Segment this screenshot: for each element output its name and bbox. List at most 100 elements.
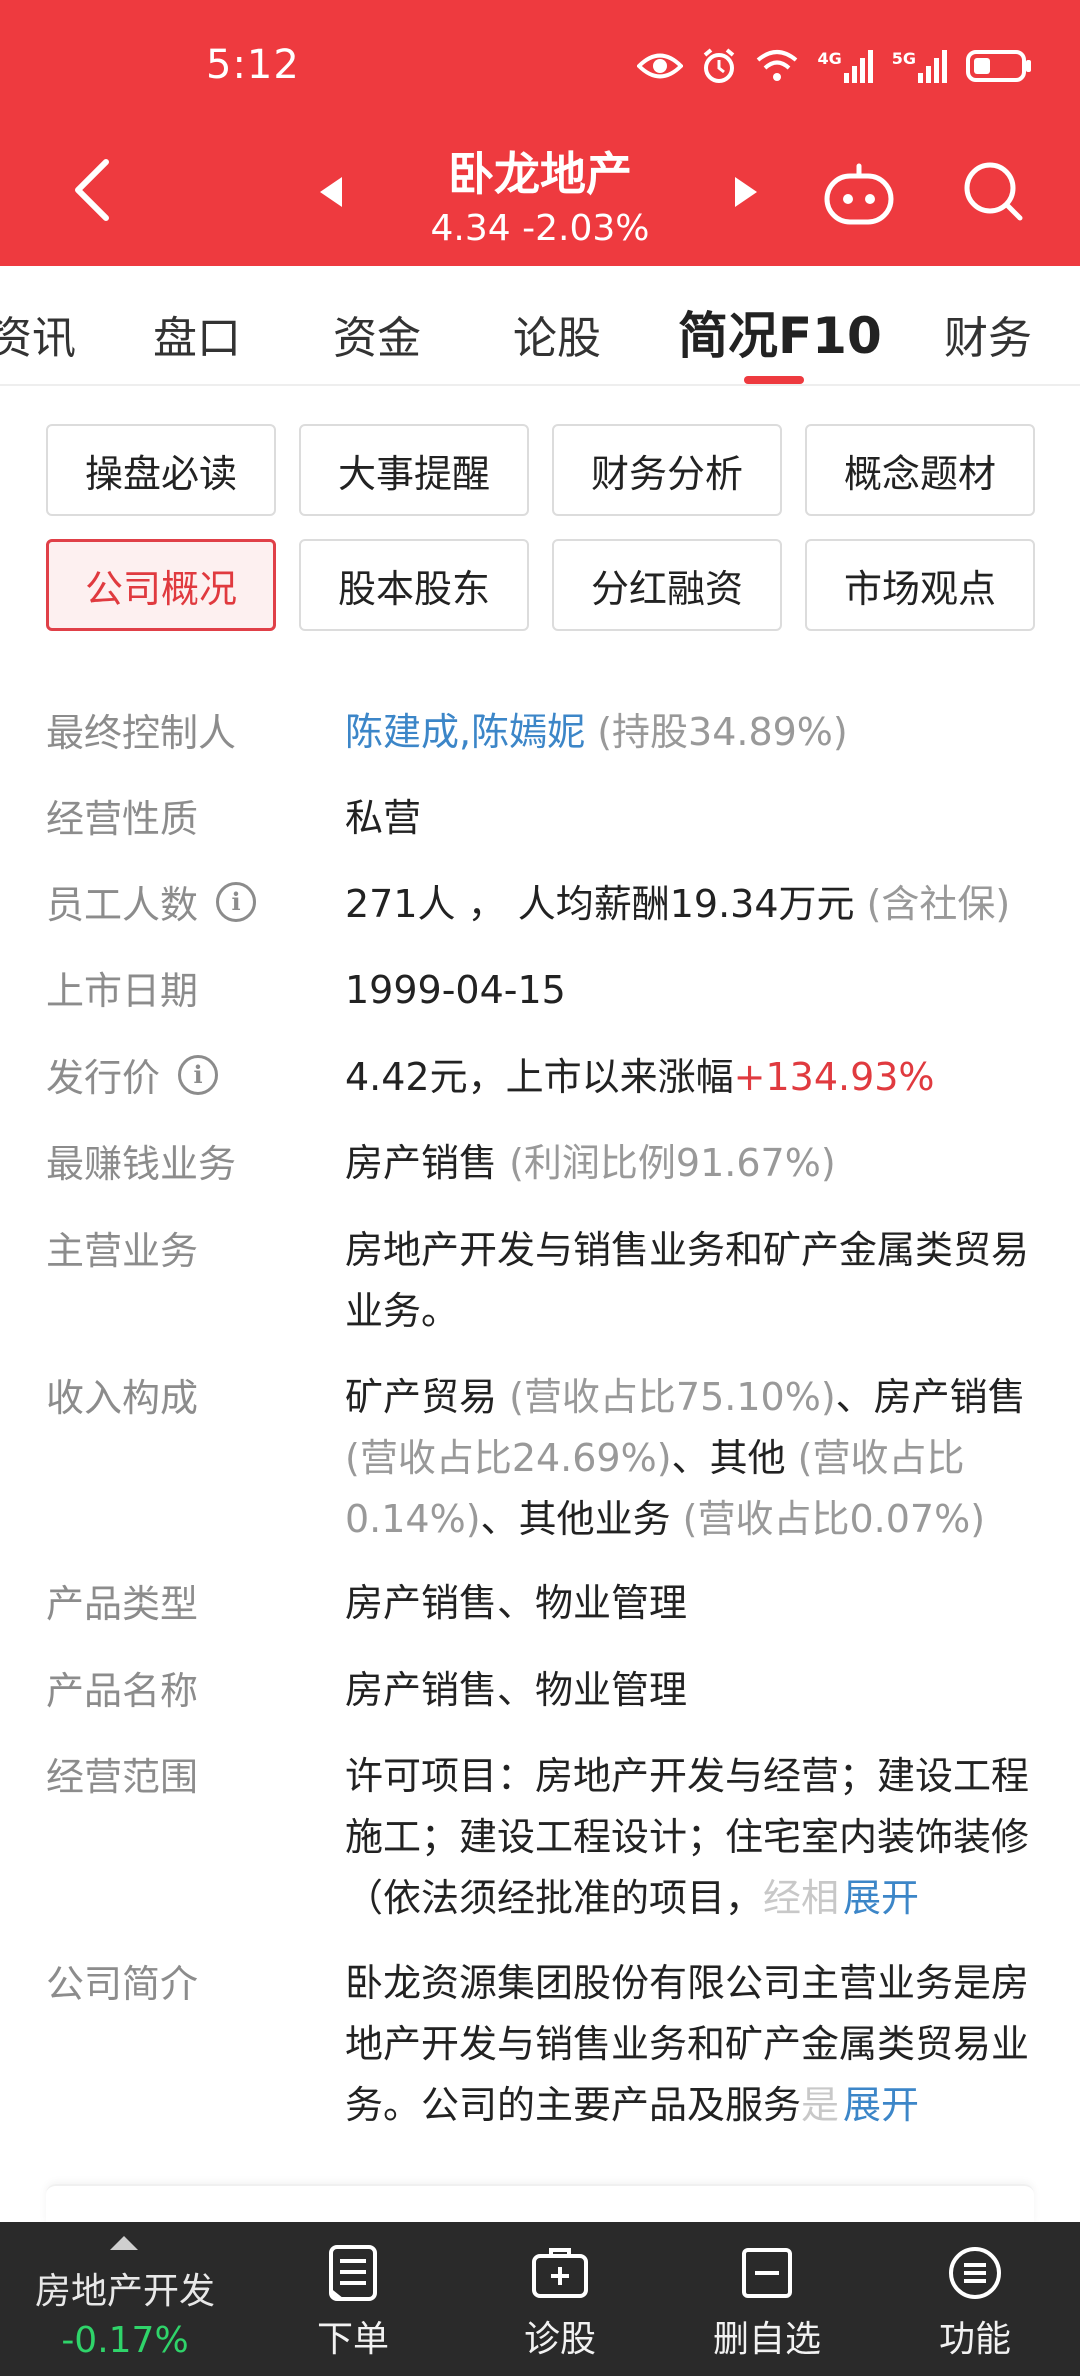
- sector-change: -0.17%: [61, 2320, 189, 2361]
- stock-price: 4.34: [430, 208, 511, 249]
- wifi-icon: [757, 50, 798, 81]
- scope-expand-link[interactable]: 展开: [839, 1876, 920, 1920]
- bottom-bar: 房地产开发 -0.17% 下单 诊股 删自选 功能: [0, 2222, 1080, 2376]
- label-main-business: 主营业务: [46, 1229, 199, 1273]
- search-icon: [964, 162, 1023, 221]
- label-product-type: 产品类型: [46, 1582, 199, 1626]
- signal-4g-label: 4G: [817, 49, 842, 68]
- revenue-item-share: (营收占比0.07%): [682, 1497, 986, 1541]
- diagnose-button[interactable]: 诊股: [485, 2240, 635, 2362]
- tab-finance[interactable]: 财务: [944, 302, 1032, 366]
- eye-icon: [637, 53, 684, 79]
- back-button[interactable]: [70, 150, 120, 230]
- value-issue-price: 4.42元，上市以来涨幅+134.93%: [345, 1047, 1035, 1108]
- label-revenue: 收入构成: [46, 1376, 199, 1420]
- revenue-separator: 、: [480, 1497, 519, 1541]
- label-top-business: 最赚钱业务: [46, 1142, 237, 1186]
- robot-icon: [824, 163, 894, 225]
- value-product-name: 房产销售、物业管理: [345, 1668, 688, 1712]
- stock-name: 卧龙地产: [448, 147, 632, 201]
- value-scope: 许可项目：房地产开发与经营；建设工程施工；建设工程设计；住宅室内装饰装修（依法须…: [345, 1746, 1035, 1929]
- revenue-item-name: 房产销售: [873, 1375, 1026, 1419]
- revenue-separator: 、: [835, 1375, 874, 1419]
- menu-circle-icon: [949, 2247, 1001, 2299]
- section-financial-analysis[interactable]: 财务分析: [552, 424, 782, 516]
- issue-price-gain: +134.93%: [733, 1055, 935, 1099]
- functions-label: 功能: [938, 2319, 1011, 2360]
- top-business-name: 房产销售: [345, 1141, 498, 1185]
- section-market-views[interactable]: 市场观点: [805, 539, 1035, 631]
- search-button[interactable]: [962, 160, 1026, 228]
- tab-funds[interactable]: 资金: [333, 302, 421, 366]
- remove-watchlist-label: 删自选: [712, 2319, 821, 2360]
- revenue-item-share: (营收占比75.10%): [509, 1375, 836, 1419]
- label-listing-date: 上市日期: [46, 969, 199, 1013]
- triangle-right-icon: [735, 177, 757, 207]
- tab-quote[interactable]: 盘口: [153, 302, 241, 366]
- scope-faded-text: 经相: [763, 1876, 840, 1920]
- profile-expand-link[interactable]: 展开: [839, 2083, 920, 2127]
- profile-text: 卧龙资源集团股份有限公司主营业务是房地产开发与销售业务和矿产金属类贸易业务。公司…: [345, 1961, 1030, 2127]
- value-listing-date: 1999-04-15: [345, 968, 566, 1012]
- section-dividends[interactable]: 分红融资: [552, 539, 782, 631]
- value-nature: 私营: [345, 796, 422, 840]
- tab-news[interactable]: 资讯: [0, 302, 76, 366]
- employee-salary: 人均薪酬19.34万元: [517, 882, 855, 926]
- value-profile: 卧龙资源集团股份有限公司主营业务是房地产开发与销售业务和矿产金属类贸易业务。公司…: [345, 1953, 1035, 2136]
- remove-watchlist-icon: [742, 2248, 792, 2298]
- section-events[interactable]: 大事提醒: [299, 424, 529, 516]
- section-concepts[interactable]: 概念题材: [805, 424, 1035, 516]
- label-issue-price: 发行价: [46, 1056, 161, 1100]
- label-nature: 经营性质: [46, 797, 199, 841]
- revenue-item-share: (营收占比24.69%): [345, 1436, 672, 1480]
- revenue-item-name: 其他业务: [518, 1497, 671, 1541]
- main-tabs: 资讯 盘口 资金 论股 简况F10 财务: [0, 266, 1080, 386]
- tab-discussion[interactable]: 论股: [513, 302, 601, 366]
- label-scope: 经营范围: [46, 1755, 199, 1799]
- prev-stock-button[interactable]: [318, 175, 344, 213]
- diagnose-label: 诊股: [523, 2319, 596, 2360]
- value-main-business: 房地产开发与销售业务和矿产金属类贸易业务。: [345, 1228, 1030, 1333]
- employee-salary-note: (含社保): [866, 882, 1011, 926]
- profile-faded-text: 是: [801, 2083, 840, 2127]
- app-header: 5:12 4G 5G 卧龙地产 4.34 -2.03%: [0, 0, 1080, 266]
- tab-f10-profile[interactable]: 简况F10: [678, 296, 882, 368]
- value-controller: 陈建成,陈嫣妮 (持股34.89%): [345, 702, 1035, 763]
- label-issue-price-row: 发行价 i: [46, 1047, 219, 1102]
- controller-names-link[interactable]: 陈建成,陈嫣妮: [345, 710, 585, 754]
- stock-change: -2.03%: [522, 208, 650, 249]
- revenue-separator: 、: [671, 1436, 710, 1480]
- label-employees-row: 员工人数 i: [46, 874, 257, 929]
- value-employees: 271人 ， 人均薪酬19.34万元 (含社保): [345, 874, 1035, 935]
- status-icons: 4G 5G: [637, 46, 1032, 86]
- order-label: 下单: [316, 2319, 389, 2360]
- revenue-item-name: 其他: [709, 1436, 786, 1480]
- next-stock-button[interactable]: [733, 175, 759, 213]
- label-product-name: 产品名称: [46, 1669, 199, 1713]
- functions-button[interactable]: 功能: [900, 2240, 1050, 2362]
- remove-watchlist-button[interactable]: 删自选: [692, 2240, 842, 2362]
- chevron-left-icon: [75, 159, 109, 221]
- order-button[interactable]: 下单: [278, 2240, 428, 2362]
- scope-text: 许可项目：房地产开发与经营；建设工程施工；建设工程设计；住宅室内装饰装修（依法须…: [345, 1754, 1030, 1920]
- alarm-icon: [704, 48, 735, 83]
- diagnose-kit-icon: [532, 2248, 588, 2298]
- sector-name: 房地产开发: [34, 2271, 215, 2312]
- next-card-edge: [46, 2184, 1034, 2224]
- employee-count: 271人 ，: [345, 882, 506, 926]
- value-product-type: 房产销售、物业管理: [345, 1581, 688, 1625]
- section-company-overview[interactable]: 公司概况: [46, 539, 276, 631]
- caret-up-icon: [110, 2236, 138, 2250]
- section-shareholders[interactable]: 股本股东: [299, 539, 529, 631]
- value-revenue: 矿产贸易 (营收占比75.10%)、房产销售 (营收占比24.69%)、其他 (…: [345, 1367, 1035, 1550]
- triangle-left-icon: [320, 177, 342, 207]
- order-doc-icon: [329, 2245, 377, 2301]
- section-trading-guide[interactable]: 操盘必读: [46, 424, 276, 516]
- info-icon[interactable]: i: [178, 1054, 219, 1095]
- value-top-business: 房产销售 (利润比例91.67%): [345, 1133, 1035, 1194]
- signal-5g-label: 5G: [891, 49, 916, 68]
- info-icon[interactable]: i: [216, 881, 257, 922]
- battery-icon: [966, 50, 1031, 82]
- issue-price-text: 4.42元，上市以来涨幅: [345, 1055, 734, 1099]
- assistant-robot-button[interactable]: [822, 162, 896, 232]
